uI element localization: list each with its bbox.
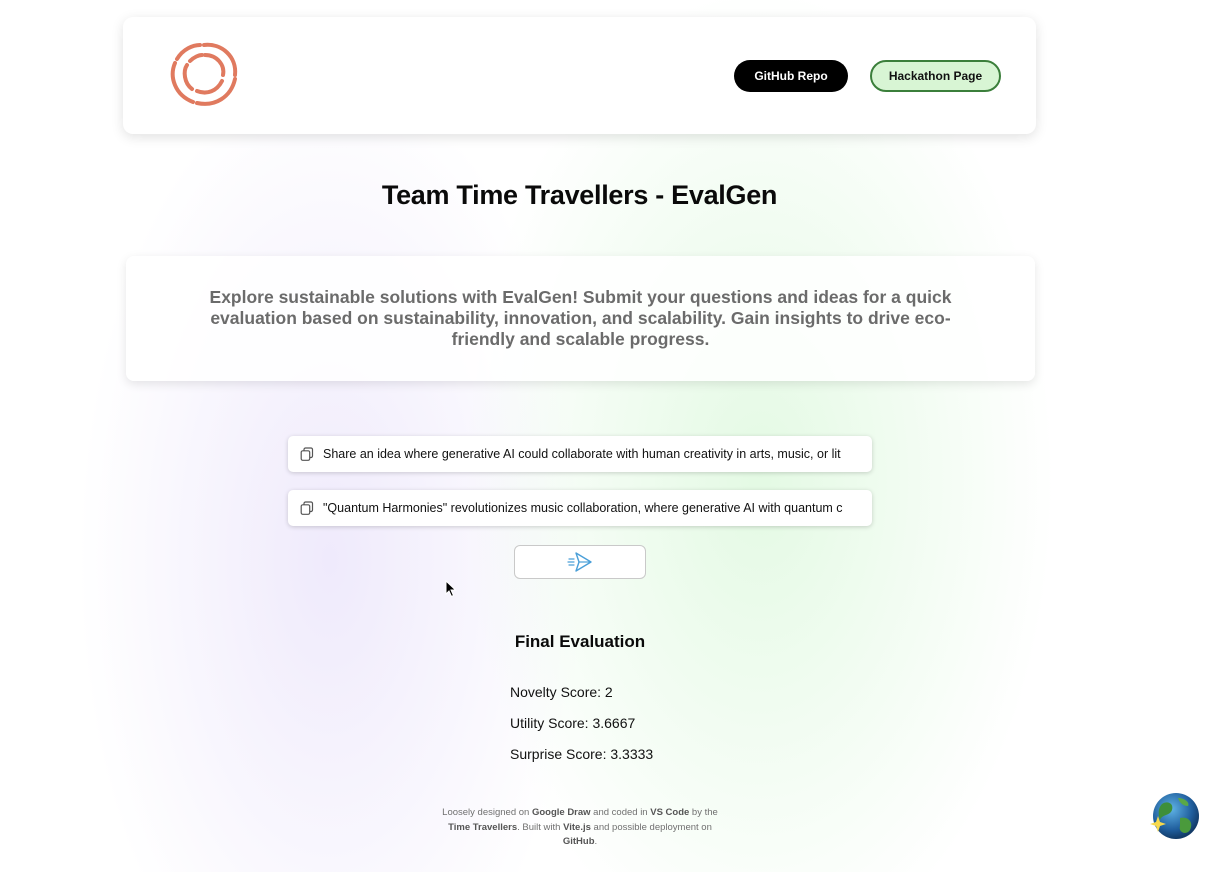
globe-icon[interactable] bbox=[1148, 792, 1200, 842]
final-evaluation-title: Final Evaluation bbox=[514, 632, 646, 651]
surprise-score: Surprise Score: 3.3333 bbox=[510, 746, 654, 762]
idea-field[interactable] bbox=[288, 490, 872, 526]
page-title: Team Time Travellers - EvalGen bbox=[381, 180, 778, 210]
novelty-score: Novelty Score: 2 bbox=[510, 684, 613, 700]
spiral-logo-icon[interactable] bbox=[167, 39, 241, 109]
footer-google-draw: Google Draw bbox=[531, 807, 591, 818]
footer-credits: Loosely designed on Google Draw and code… bbox=[442, 807, 718, 847]
github-repo-button[interactable]: GitHub Repo bbox=[734, 60, 848, 92]
description-text: Explore sustainable solutions with EvalG… bbox=[209, 287, 952, 349]
footer-team: Time Travellers bbox=[448, 821, 518, 833]
copy-icon[interactable] bbox=[300, 447, 314, 461]
footer-vite: Vite.js bbox=[563, 821, 591, 833]
description-card: Explore sustainable solutions with EvalG… bbox=[126, 256, 1035, 381]
question-input[interactable] bbox=[323, 447, 843, 461]
send-button[interactable] bbox=[514, 545, 646, 579]
footer-vscode: VS Code bbox=[650, 807, 690, 818]
utility-score: Utility Score: 3.6667 bbox=[510, 715, 636, 731]
footer-github: GitHub bbox=[562, 836, 595, 847]
idea-input[interactable] bbox=[323, 501, 843, 515]
send-icon bbox=[567, 552, 592, 572]
copy-icon[interactable] bbox=[300, 501, 314, 515]
mouse-cursor-icon bbox=[445, 580, 457, 598]
hackathon-page-button[interactable]: Hackathon Page bbox=[870, 60, 1001, 92]
header-card: GitHub Repo Hackathon Page bbox=[123, 17, 1036, 134]
question-field[interactable] bbox=[288, 436, 872, 472]
